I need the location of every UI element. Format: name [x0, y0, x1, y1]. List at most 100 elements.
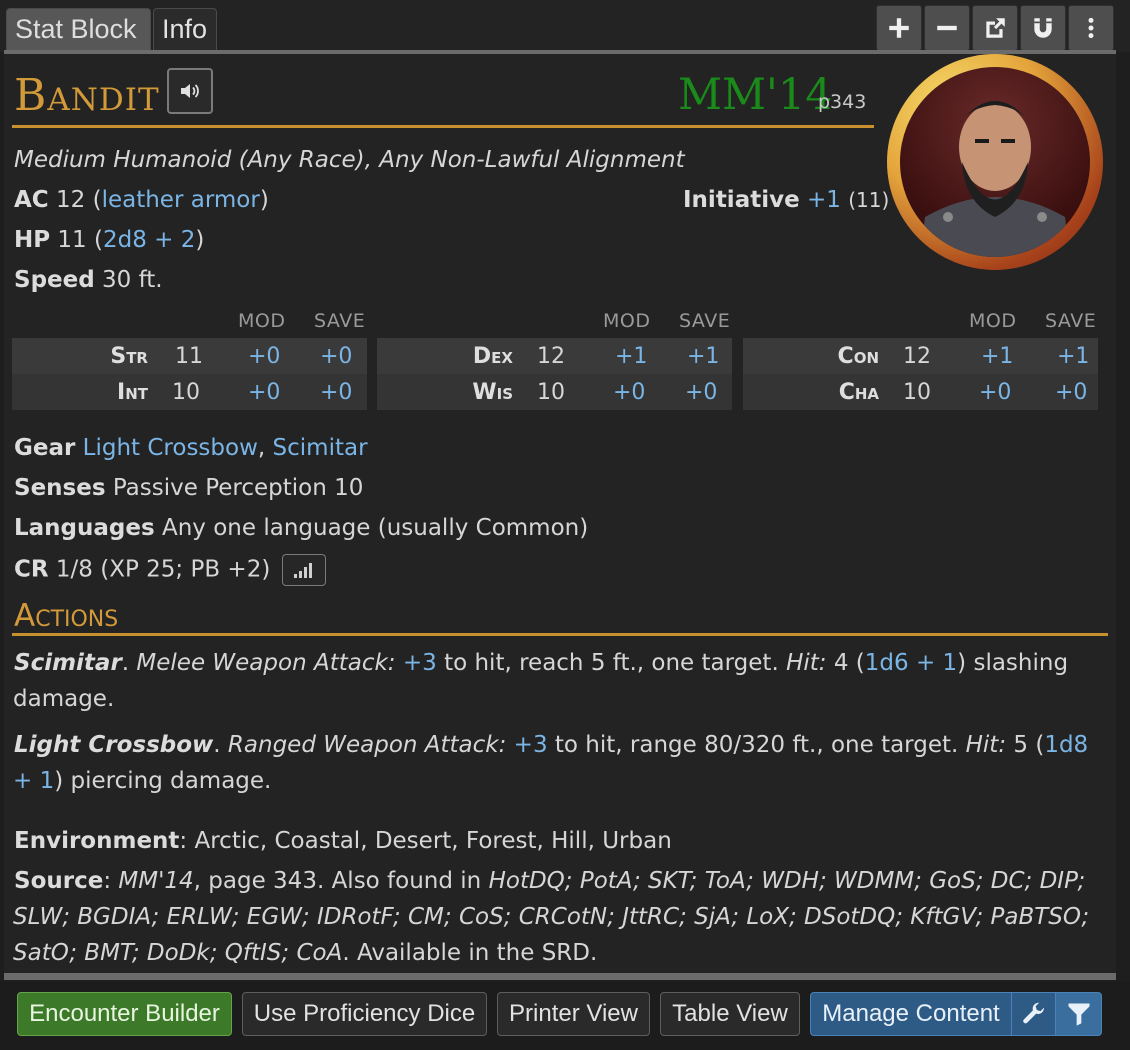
to-hit-roll[interactable]: +3 — [514, 732, 548, 758]
more-options-button[interactable] — [1068, 5, 1114, 51]
ability-save-roll[interactable]: +0 — [1055, 380, 1087, 405]
attack-kind: Melee Weapon Attack: — [136, 650, 396, 676]
ability-mod-roll[interactable]: +1 — [981, 344, 1013, 369]
pronounce-button[interactable] — [167, 68, 213, 114]
gear-item-link[interactable]: Scimitar — [273, 435, 368, 461]
plus-icon — [889, 18, 909, 38]
cr-label: CR — [14, 556, 49, 583]
hp-close: ) — [195, 227, 205, 253]
to-hit-roll[interactable]: +3 — [403, 650, 437, 676]
ac-close: ) — [259, 187, 269, 213]
attack-text: to hit, range 80/320 ft., one target. — [554, 732, 959, 758]
ability-row-dex: Dex 12 +1 +1 — [377, 338, 732, 374]
ac-open: ( — [92, 187, 102, 213]
environment-label: Environment — [14, 828, 180, 854]
manage-content-button[interactable]: Manage Content — [810, 992, 1012, 1036]
ability-header: MOD SAVE — [743, 310, 1098, 338]
hp-formula-roll[interactable]: 2d8 + 2 — [103, 227, 195, 253]
ability-mod-roll[interactable]: +0 — [248, 380, 280, 405]
damage-type: ) piercing damage. — [54, 768, 272, 794]
ability-mod-roll[interactable]: +0 — [248, 344, 280, 369]
senses-value: Passive Perception 10 — [112, 475, 364, 501]
ability-save-roll[interactable]: +0 — [320, 344, 352, 369]
initiative-roll[interactable]: +1 — [807, 187, 841, 213]
minus-icon — [937, 25, 957, 31]
damage-type: ) slashing — [957, 650, 1069, 676]
speed: Speed 30 ft. — [14, 267, 163, 293]
ability-header: MOD SAVE — [377, 310, 732, 338]
damage-roll[interactable]: + 1 — [13, 768, 54, 794]
ability-score: 10 — [903, 380, 931, 405]
senses-label: Senses — [14, 475, 106, 501]
languages-value: Any one language (usually Common) — [161, 515, 589, 541]
add-button[interactable] — [876, 5, 922, 51]
ability-name: Int — [117, 380, 148, 405]
printer-view-button[interactable]: Printer View — [497, 992, 650, 1036]
content-filter-button[interactable] — [1055, 992, 1102, 1036]
ability-score: 11 — [175, 344, 203, 369]
source-refs: HotDQ; PotA; SKT; ToA; WDH; WDMM; GoS; D… — [488, 868, 1086, 894]
source-line-2: SLW; BGDIA; ERLW; EGW; IDRotF; CM; CoS; … — [13, 904, 1090, 930]
senses: Senses Passive Perception 10 — [14, 475, 363, 501]
pin-button[interactable] — [1020, 5, 1066, 51]
ability-mod-roll[interactable]: +0 — [613, 380, 645, 405]
mod-header: MOD — [238, 310, 286, 332]
tab-stat-block[interactable]: Stat Block — [6, 8, 151, 50]
ability-name: Wis — [472, 380, 513, 405]
save-header: SAVE — [1045, 310, 1097, 332]
remove-button[interactable] — [924, 5, 970, 51]
table-view-button[interactable]: Table View — [660, 992, 800, 1036]
popout-button[interactable] — [972, 5, 1018, 51]
languages-label: Languages — [14, 515, 155, 541]
token-portrait[interactable] — [887, 54, 1103, 270]
cr-value: 1/8 (XP 25; PB +2) — [55, 556, 271, 583]
cr-scaler-button[interactable] — [281, 554, 326, 586]
armor-link[interactable]: leather armor — [102, 187, 260, 213]
more-vertical-icon — [1088, 17, 1094, 39]
ability-save-roll[interactable]: +1 — [687, 344, 719, 369]
action-name: Scimitar — [14, 650, 122, 676]
action-scimitar: Scimitar. Melee Weapon Attack: +3 to hit… — [14, 650, 1069, 676]
mod-header: MOD — [603, 310, 651, 332]
source-line-1: Source: MM'14, page 343. Also found in H… — [14, 868, 1086, 894]
action-light-crossbow-cont: + 1) piercing damage. — [13, 768, 271, 794]
ability-name: Con — [837, 344, 879, 369]
armor-class: AC 12 (leather armor) — [14, 187, 269, 213]
ability-name: Str — [110, 344, 148, 369]
speed-value: 30 ft. — [102, 267, 163, 293]
attack-text: to hit, reach 5 ft., one target. — [444, 650, 779, 676]
ability-save-roll[interactable]: +1 — [1057, 344, 1089, 369]
footer-bar: Encounter Builder Use Proficiency Dice P… — [0, 982, 1130, 1050]
ability-mod-roll[interactable]: +1 — [615, 344, 647, 369]
gear-label: Gear — [14, 435, 76, 461]
top-bar: Stat Block Info — [0, 0, 1130, 52]
ability-row-wis: Wis 10 +0 +0 — [377, 374, 732, 410]
gear-item-link[interactable]: Light Crossbow — [83, 435, 258, 461]
source-line-3: SatO; BMT; DoDk; QftIS; CoA. Available i… — [13, 940, 597, 966]
gear: Gear Light Crossbow, Scimitar — [14, 435, 368, 461]
action-name: Light Crossbow — [14, 732, 214, 758]
content-settings-button[interactable] — [1011, 992, 1056, 1036]
damage-value: 4 ( — [833, 650, 865, 676]
proficiency-dice-button[interactable]: Use Proficiency Dice — [242, 992, 487, 1036]
ability-save-roll[interactable]: +0 — [685, 380, 717, 405]
initiative-score: (11) — [848, 188, 890, 212]
encounter-builder-button[interactable]: Encounter Builder — [17, 992, 232, 1036]
ability-block-con-cha: MOD SAVE Con 12 +1 +1 Cha 10 +0 +0 — [743, 310, 1098, 410]
header-divider — [12, 125, 874, 128]
ability-score: 12 — [537, 344, 565, 369]
creature-type-line: Medium Humanoid (Any Race), Any Non-Lawf… — [14, 147, 685, 173]
source-text: , page 343. Also found in — [193, 868, 482, 894]
source-abbreviation[interactable]: MM'14 — [678, 70, 833, 120]
ability-row-cha: Cha 10 +0 +0 — [743, 374, 1098, 410]
hp-value: 11 — [57, 227, 87, 253]
damage-roll[interactable]: 1d6 + 1 — [865, 650, 957, 676]
hp-open: ( — [94, 227, 103, 253]
actions-divider — [12, 633, 1108, 636]
ability-block-str-int: MOD SAVE Str 11 +0 +0 Int 10 +0 +0 — [12, 310, 367, 410]
damage-roll[interactable]: 1d8 — [1044, 732, 1088, 758]
initiative-label: Initiative — [683, 187, 800, 213]
tab-info[interactable]: Info — [153, 8, 217, 50]
ability-mod-roll[interactable]: +0 — [979, 380, 1011, 405]
ability-save-roll[interactable]: +0 — [320, 380, 352, 405]
